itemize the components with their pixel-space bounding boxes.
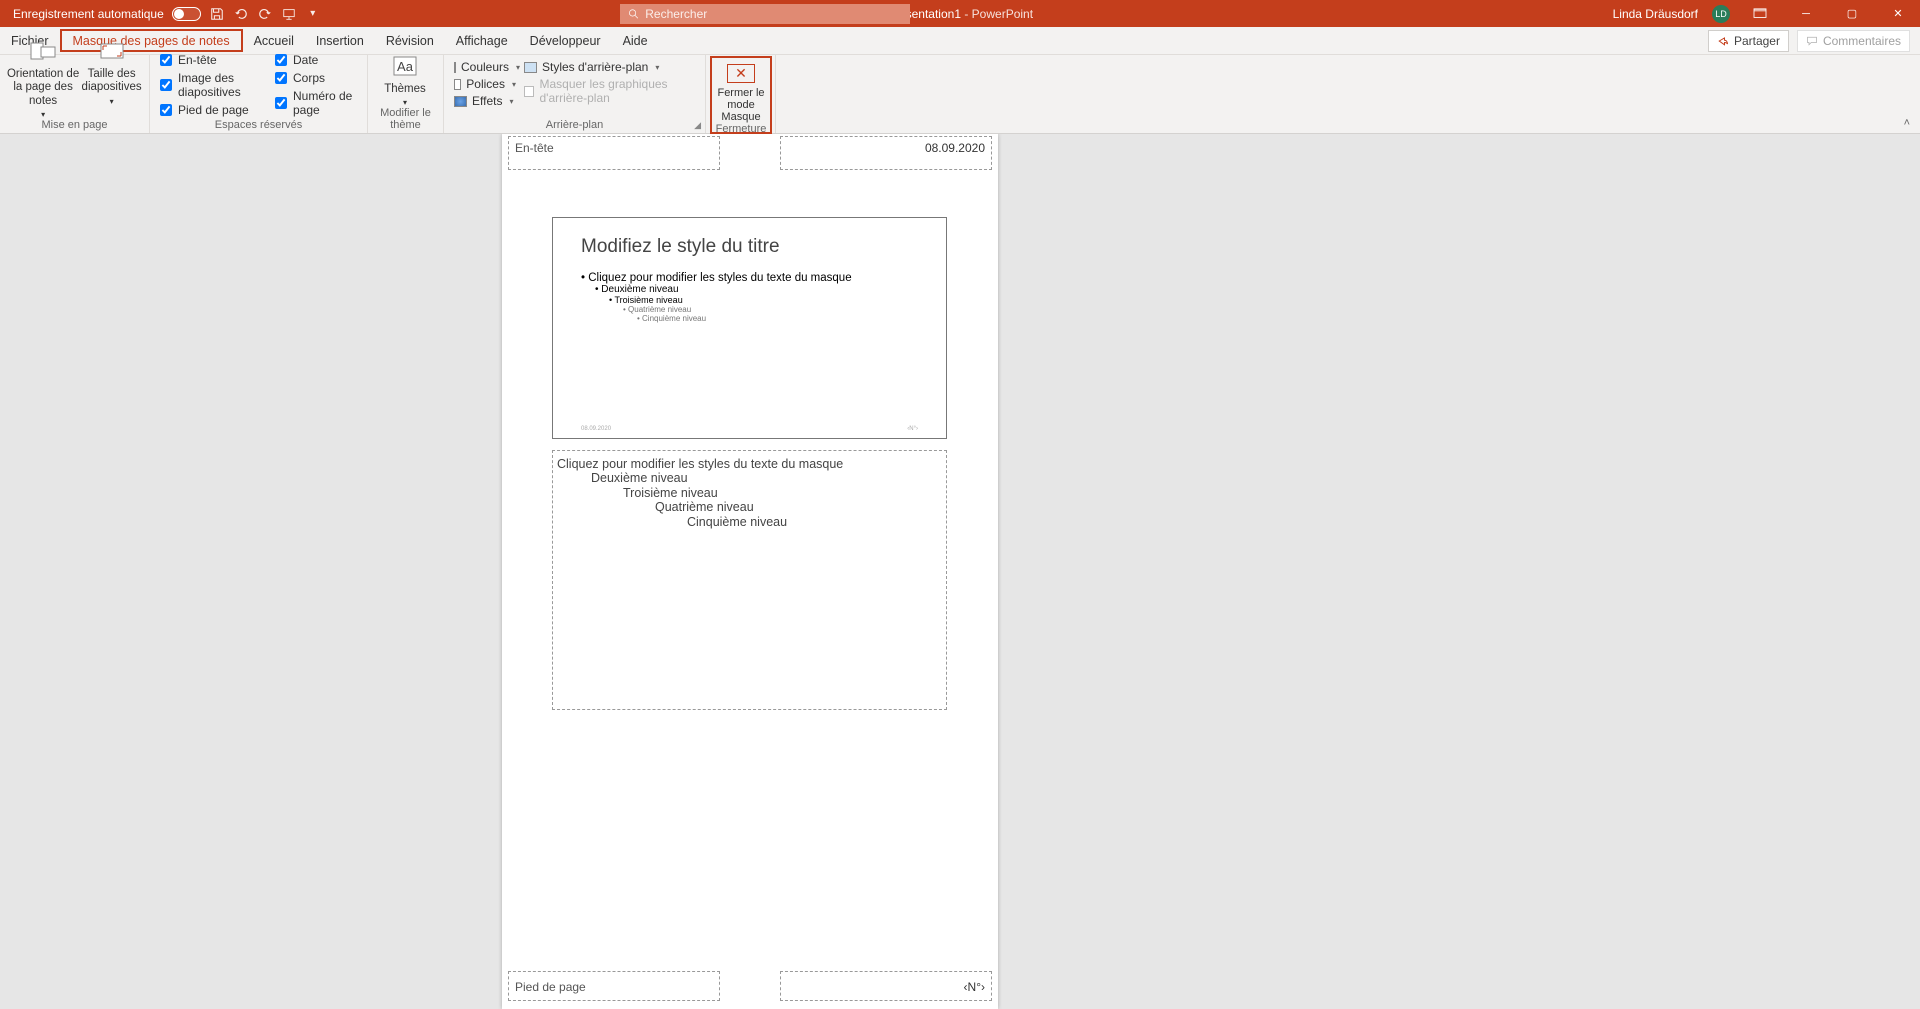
autosave-toggle[interactable]: Enregistrement automatique xyxy=(13,7,201,21)
slide-size-button[interactable]: Taille des diapositives ▾ xyxy=(80,36,143,106)
search-icon xyxy=(628,8,639,20)
collapse-ribbon-icon[interactable]: ˄ xyxy=(1904,117,1910,129)
notes-level-5: Cinquième niveau xyxy=(557,515,942,529)
themes-button[interactable]: Aa Thèmes ▾ xyxy=(374,51,436,107)
group-page-setup: Orientation de la page des notes ▾ Taill… xyxy=(0,55,150,133)
comments-button[interactable]: Commentaires xyxy=(1797,30,1910,52)
group-close: ✕ Fermer lemode Masque Fermeture xyxy=(706,55,776,133)
autosave-label: Enregistrement automatique xyxy=(13,7,164,21)
group-placeholders: En-tête Image des diapositives Pied de p… xyxy=(150,55,368,133)
checkbox-body[interactable]: Corps xyxy=(275,71,357,85)
undo-icon[interactable] xyxy=(233,6,249,22)
maximize-icon[interactable]: ▢ xyxy=(1836,0,1868,27)
checkbox-date[interactable]: Date xyxy=(275,53,357,67)
checkbox-slide-image[interactable]: Image des diapositives xyxy=(160,71,267,99)
themes-icon: Aa xyxy=(389,53,421,81)
notes-master-page[interactable]: En-tête 08.09.2020 Modifiez le style du … xyxy=(502,134,998,1009)
dialog-launcher-icon[interactable]: ◢ xyxy=(694,120,701,131)
group-background: Couleurs Polices Effets Styles d'arrière… xyxy=(444,55,706,133)
close-icon: ✕ xyxy=(727,64,755,83)
ribbon-display-icon[interactable] xyxy=(1744,0,1776,27)
orientation-icon xyxy=(27,38,59,66)
group-label-background: Arrière-plan xyxy=(450,119,699,133)
close-window-icon[interactable]: ✕ xyxy=(1882,0,1914,27)
user-avatar[interactable]: LD xyxy=(1712,5,1730,23)
comment-icon xyxy=(1806,35,1818,47)
notes-orientation-button[interactable]: Orientation de la page des notes ▾ xyxy=(6,36,80,119)
fonts-icon xyxy=(454,79,461,90)
checkbox-icon xyxy=(524,86,534,97)
chevron-down-icon: ▾ xyxy=(110,97,114,106)
footer-placeholder[interactable]: Pied de page xyxy=(508,971,720,1001)
close-master-button[interactable]: ✕ Fermer lemode Masque Fermeture xyxy=(710,56,772,134)
qat-more-icon[interactable]: ▾ xyxy=(305,6,321,22)
group-label-page-setup: Mise en page xyxy=(6,119,143,133)
notes-level-4: Quatrième niveau xyxy=(557,500,942,514)
share-icon xyxy=(1717,35,1729,47)
chevron-down-icon: ▾ xyxy=(41,110,45,119)
search-box[interactable] xyxy=(620,4,910,24)
bg-styles-icon xyxy=(524,62,537,73)
minimize-icon[interactable]: ─ xyxy=(1790,0,1822,27)
colors-button[interactable]: Couleurs xyxy=(454,60,516,74)
save-icon[interactable] xyxy=(209,6,225,22)
share-button[interactable]: Partager xyxy=(1708,30,1789,52)
toggle-switch-icon xyxy=(172,7,201,21)
bullet-level-3: • Troisième niveau xyxy=(581,295,918,305)
fonts-button[interactable]: Polices xyxy=(454,77,516,91)
editing-canvas[interactable]: En-tête 08.09.2020 Modifiez le style du … xyxy=(0,134,1920,1009)
tab-developer[interactable]: Développeur xyxy=(519,27,612,54)
effects-icon xyxy=(454,96,467,107)
present-icon[interactable] xyxy=(281,6,297,22)
colors-icon xyxy=(454,62,456,73)
bullet-level-4: • Quatrième niveau xyxy=(581,305,918,314)
header-placeholder[interactable]: En-tête xyxy=(508,136,720,170)
notes-level-1: Cliquez pour modifier les styles du text… xyxy=(557,457,942,471)
group-edit-theme: Aa Thèmes ▾ Modifier le thème xyxy=(368,55,444,133)
background-styles-button[interactable]: Styles d'arrière-plan xyxy=(524,60,695,74)
chevron-down-icon: ▾ xyxy=(403,98,407,107)
notes-body-placeholder[interactable]: Cliquez pour modifier les styles du text… xyxy=(552,450,947,710)
page-number-placeholder[interactable]: ‹N°› xyxy=(780,971,992,1001)
checkbox-header[interactable]: En-tête xyxy=(160,53,267,67)
search-input[interactable] xyxy=(645,7,902,21)
bullet-level-5: • Cinquième niveau xyxy=(581,314,918,323)
checkbox-page-number[interactable]: Numéro de page xyxy=(275,89,357,117)
tab-view[interactable]: Affichage xyxy=(445,27,519,54)
bullet-level-1: • Cliquez pour modifier les styles du te… xyxy=(581,272,918,284)
group-label-placeholders: Espaces réservés xyxy=(156,119,361,133)
hide-bg-graphics-checkbox: Masquer les graphiques d'arrière-plan xyxy=(524,77,695,105)
date-placeholder[interactable]: 08.09.2020 xyxy=(780,136,992,170)
notes-level-3: Troisième niveau xyxy=(557,486,942,500)
tab-help[interactable]: Aide xyxy=(612,27,659,54)
user-name[interactable]: Linda Dräusdorf xyxy=(1613,7,1698,21)
slide-image-placeholder[interactable]: Modifiez le style du titre • Cliquez pou… xyxy=(552,217,947,439)
ribbon: Orientation de la page des notes ▾ Taill… xyxy=(0,55,1920,134)
thumb-date: 08.09.2020 xyxy=(581,426,611,432)
group-label-theme: Modifier le thème xyxy=(374,107,437,133)
checkbox-footer[interactable]: Pied de page xyxy=(160,103,267,117)
svg-text:Aa: Aa xyxy=(397,59,414,74)
slide-size-icon xyxy=(96,38,128,66)
notes-level-2: Deuxième niveau xyxy=(557,471,942,485)
thumb-page-number: ‹N°› xyxy=(907,426,918,432)
redo-icon[interactable] xyxy=(257,6,273,22)
effects-button[interactable]: Effets xyxy=(454,94,516,108)
bullet-level-2: • Deuxième niveau xyxy=(581,284,918,295)
title-bar: Enregistrement automatique ▾ Présentatio… xyxy=(0,0,1920,27)
slide-title: Modifiez le style du titre xyxy=(581,236,918,258)
